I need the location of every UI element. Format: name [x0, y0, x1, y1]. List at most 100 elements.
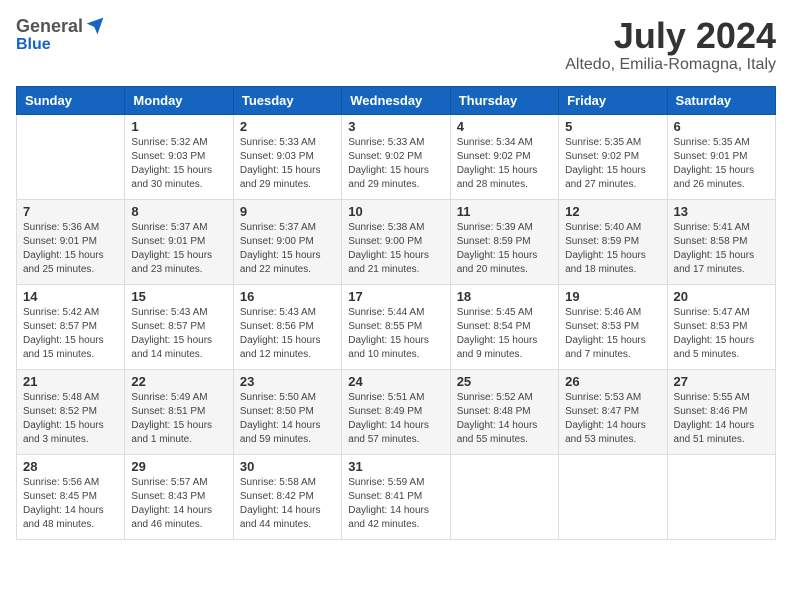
page-header: General Blue July 2024 Altedo, Emilia-Ro…	[16, 16, 776, 74]
calendar-cell: 8 Sunrise: 5:37 AM Sunset: 9:01 PM Daylig…	[125, 199, 233, 284]
calendar-header-saturday: Saturday	[667, 86, 775, 114]
calendar-cell: 22 Sunrise: 5:49 AM Sunset: 8:51 PM Dayli…	[125, 369, 233, 454]
day-number: 14	[23, 289, 118, 304]
calendar-cell: 21 Sunrise: 5:48 AM Sunset: 8:52 PM Dayli…	[17, 369, 125, 454]
calendar-cell: 10Sunrise: 5:38 AM Sunset: 9:00 PM Dayli…	[342, 199, 450, 284]
calendar-cell: 19 Sunrise: 5:46 AM Sunset: 8:53 PM Dayli…	[559, 284, 667, 369]
day-number: 3	[348, 119, 443, 134]
day-number: 26	[565, 374, 660, 389]
day-info: Sunrise: 5:32 AM Sunset: 9:03 PM Dayligh…	[131, 136, 226, 192]
day-number: 15	[131, 289, 226, 304]
calendar-cell: 4 Sunrise: 5:34 AM Sunset: 9:02 PM Daylig…	[450, 114, 558, 199]
calendar-cell: 5 Sunrise: 5:35 AM Sunset: 9:02 PM Daylig…	[559, 114, 667, 199]
day-number: 4	[457, 119, 552, 134]
day-info: Sunrise: 5:50 AM Sunset: 8:50 PM Dayligh…	[240, 391, 335, 447]
day-number: 27	[674, 374, 769, 389]
calendar-cell: 16 Sunrise: 5:43 AM Sunset: 8:56 PM Dayli…	[233, 284, 341, 369]
calendar-cell	[667, 454, 775, 539]
day-number: 29	[131, 459, 226, 474]
calendar-cell: 13 Sunrise: 5:41 AM Sunset: 8:58 PM Dayli…	[667, 199, 775, 284]
day-info: Sunrise: 5:42 AM Sunset: 8:57 PM Dayligh…	[23, 306, 118, 362]
calendar-cell: 23 Sunrise: 5:50 AM Sunset: 8:50 PM Dayli…	[233, 369, 341, 454]
day-info: Sunrise: 5:47 AM Sunset: 8:53 PM Dayligh…	[674, 306, 769, 362]
calendar-header-tuesday: Tuesday	[233, 86, 341, 114]
calendar-cell: 14 Sunrise: 5:42 AM Sunset: 8:57 PM Dayli…	[17, 284, 125, 369]
calendar-cell: 3 Sunrise: 5:33 AM Sunset: 9:02 PM Daylig…	[342, 114, 450, 199]
day-info: Sunrise: 5:40 AM Sunset: 8:59 PM Dayligh…	[565, 221, 660, 277]
day-number: 8	[131, 204, 226, 219]
day-number: 21	[23, 374, 118, 389]
day-info: Sunrise: 5:43 AM Sunset: 8:57 PM Dayligh…	[131, 306, 226, 362]
title-section: July 2024 Altedo, Emilia-Romagna, Italy	[565, 16, 776, 74]
day-info: Sunrise: 5:48 AM Sunset: 8:52 PM Dayligh…	[23, 391, 118, 447]
day-number: 12	[565, 204, 660, 219]
day-number: 23	[240, 374, 335, 389]
day-info: Sunrise: 5:59 AM Sunset: 8:41 PM Dayligh…	[348, 476, 443, 532]
day-info: Sunrise: 5:45 AM Sunset: 8:54 PM Dayligh…	[457, 306, 552, 362]
day-info: Sunrise: 5:41 AM Sunset: 8:58 PM Dayligh…	[674, 221, 769, 277]
calendar-week-row: 7 Sunrise: 5:36 AM Sunset: 9:01 PM Daylig…	[17, 199, 776, 284]
day-number: 9	[240, 204, 335, 219]
calendar-cell: 27Sunrise: 5:55 AM Sunset: 8:46 PM Dayli…	[667, 369, 775, 454]
day-info: Sunrise: 5:39 AM Sunset: 8:59 PM Dayligh…	[457, 221, 552, 277]
calendar-cell: 7 Sunrise: 5:36 AM Sunset: 9:01 PM Daylig…	[17, 199, 125, 284]
calendar-cell: 15 Sunrise: 5:43 AM Sunset: 8:57 PM Dayli…	[125, 284, 233, 369]
day-number: 20	[674, 289, 769, 304]
calendar-cell: 6Sunrise: 5:35 AM Sunset: 9:01 PM Daylig…	[667, 114, 775, 199]
calendar-cell: 26 Sunrise: 5:53 AM Sunset: 8:47 PM Dayli…	[559, 369, 667, 454]
calendar-cell: 11 Sunrise: 5:39 AM Sunset: 8:59 PM Dayli…	[450, 199, 558, 284]
calendar-week-row: 28 Sunrise: 5:56 AM Sunset: 8:45 PM Dayli…	[17, 454, 776, 539]
day-number: 16	[240, 289, 335, 304]
month-title: July 2024	[565, 16, 776, 56]
day-info: Sunrise: 5:46 AM Sunset: 8:53 PM Dayligh…	[565, 306, 660, 362]
calendar-cell: 30Sunrise: 5:58 AM Sunset: 8:42 PM Dayli…	[233, 454, 341, 539]
calendar-header-row: SundayMondayTuesdayWednesdayThursdayFrid…	[17, 86, 776, 114]
calendar-cell: 18 Sunrise: 5:45 AM Sunset: 8:54 PM Dayli…	[450, 284, 558, 369]
logo-bird-icon	[85, 16, 105, 36]
location-title: Altedo, Emilia-Romagna, Italy	[565, 56, 776, 74]
day-number: 19	[565, 289, 660, 304]
calendar-header-sunday: Sunday	[17, 86, 125, 114]
day-info: Sunrise: 5:37 AM Sunset: 9:00 PM Dayligh…	[240, 221, 335, 277]
day-number: 31	[348, 459, 443, 474]
day-number: 28	[23, 459, 118, 474]
calendar-week-row: 1 Sunrise: 5:32 AM Sunset: 9:03 PM Daylig…	[17, 114, 776, 199]
day-info: Sunrise: 5:43 AM Sunset: 8:56 PM Dayligh…	[240, 306, 335, 362]
calendar-table: SundayMondayTuesdayWednesdayThursdayFrid…	[16, 86, 776, 540]
day-info: Sunrise: 5:51 AM Sunset: 8:49 PM Dayligh…	[348, 391, 443, 447]
day-info: Sunrise: 5:33 AM Sunset: 9:02 PM Dayligh…	[348, 136, 443, 192]
calendar-cell	[559, 454, 667, 539]
day-info: Sunrise: 5:56 AM Sunset: 8:45 PM Dayligh…	[23, 476, 118, 532]
day-number: 5	[565, 119, 660, 134]
calendar-cell: 24 Sunrise: 5:51 AM Sunset: 8:49 PM Dayli…	[342, 369, 450, 454]
day-info: Sunrise: 5:37 AM Sunset: 9:01 PM Dayligh…	[131, 221, 226, 277]
day-number: 18	[457, 289, 552, 304]
calendar-header-wednesday: Wednesday	[342, 86, 450, 114]
day-number: 1	[131, 119, 226, 134]
calendar-cell: 29 Sunrise: 5:57 AM Sunset: 8:43 PM Dayli…	[125, 454, 233, 539]
day-info: Sunrise: 5:44 AM Sunset: 8:55 PM Dayligh…	[348, 306, 443, 362]
day-info: Sunrise: 5:35 AM Sunset: 9:02 PM Dayligh…	[565, 136, 660, 192]
day-info: Sunrise: 5:33 AM Sunset: 9:03 PM Dayligh…	[240, 136, 335, 192]
day-info: Sunrise: 5:35 AM Sunset: 9:01 PM Dayligh…	[674, 136, 769, 192]
day-number: 24	[348, 374, 443, 389]
logo: General Blue	[16, 16, 105, 54]
day-number: 22	[131, 374, 226, 389]
day-info: Sunrise: 5:57 AM Sunset: 8:43 PM Dayligh…	[131, 476, 226, 532]
day-number: 13	[674, 204, 769, 219]
calendar-cell	[17, 114, 125, 199]
day-number: 11	[457, 204, 552, 219]
calendar-header-thursday: Thursday	[450, 86, 558, 114]
day-info: Sunrise: 5:53 AM Sunset: 8:47 PM Dayligh…	[565, 391, 660, 447]
day-info: Sunrise: 5:49 AM Sunset: 8:51 PM Dayligh…	[131, 391, 226, 447]
day-number: 7	[23, 204, 118, 219]
calendar-week-row: 21 Sunrise: 5:48 AM Sunset: 8:52 PM Dayli…	[17, 369, 776, 454]
day-info: Sunrise: 5:52 AM Sunset: 8:48 PM Dayligh…	[457, 391, 552, 447]
day-number: 30	[240, 459, 335, 474]
calendar-cell: 31 Sunrise: 5:59 AM Sunset: 8:41 PM Dayli…	[342, 454, 450, 539]
day-number: 25	[457, 374, 552, 389]
calendar-cell: 28 Sunrise: 5:56 AM Sunset: 8:45 PM Dayli…	[17, 454, 125, 539]
day-info: Sunrise: 5:36 AM Sunset: 9:01 PM Dayligh…	[23, 221, 118, 277]
day-number: 17	[348, 289, 443, 304]
day-info: Sunrise: 5:34 AM Sunset: 9:02 PM Dayligh…	[457, 136, 552, 192]
